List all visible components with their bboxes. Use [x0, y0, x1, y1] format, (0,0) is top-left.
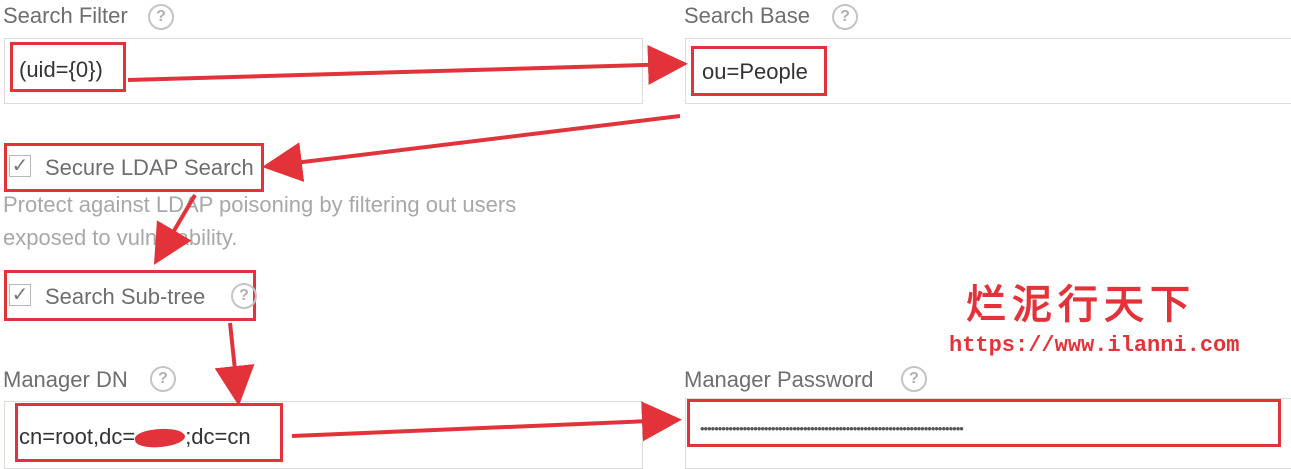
arrow-base-to-secure [262, 114, 681, 182]
arrow-subtree-to-dn [214, 322, 255, 406]
arrow-secure-to-subtree [153, 193, 197, 265]
arrow-dn-to-password [291, 401, 682, 442]
annotation-arrows [127, 44, 688, 442]
arrow-filter-to-base [127, 44, 688, 85]
